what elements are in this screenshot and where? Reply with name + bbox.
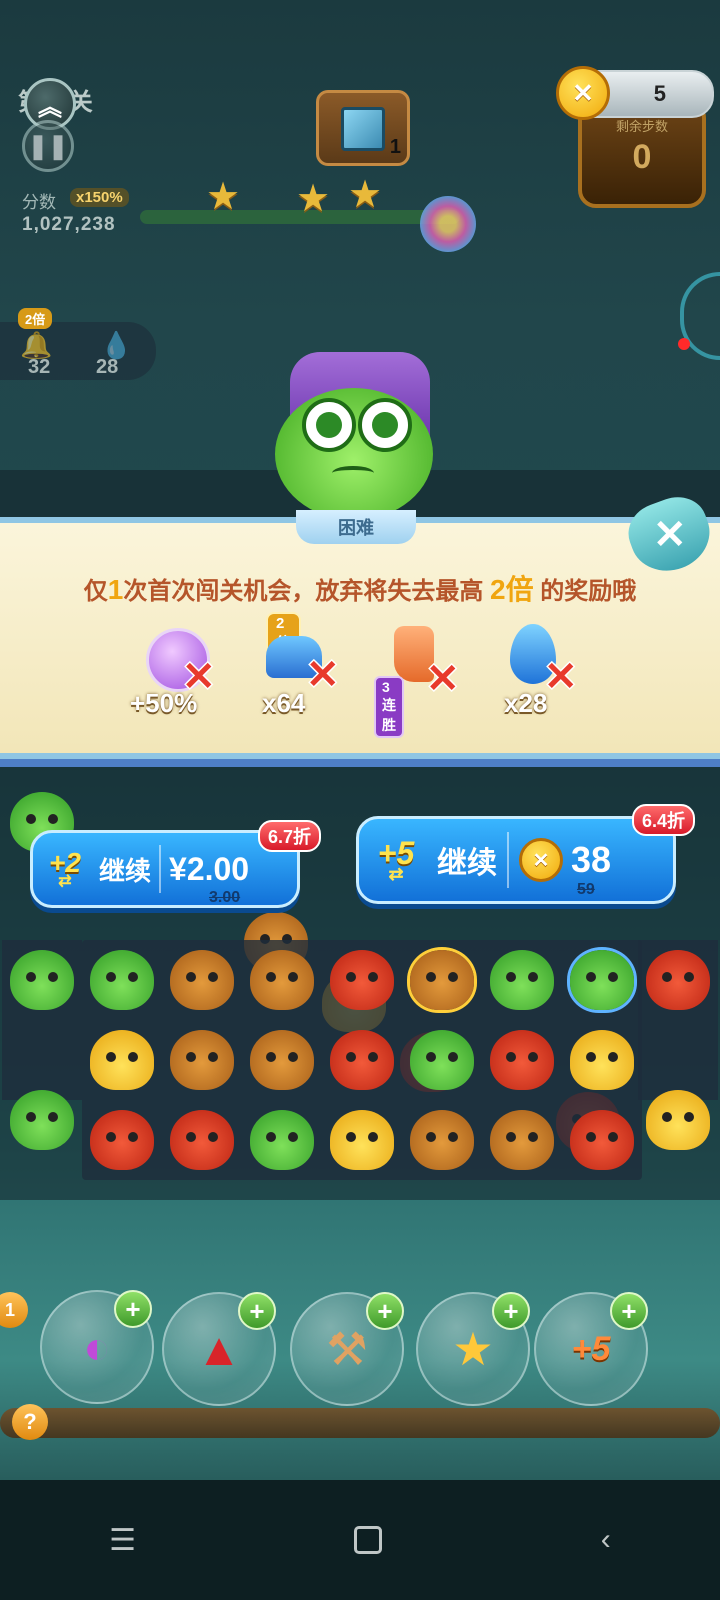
warning-message: 仅1次首次闯关机会，放弃将失去最高 2倍 的奖励哦 bbox=[83, 574, 637, 605]
chick-piece[interactable] bbox=[330, 1110, 394, 1170]
quit-warning-banner bbox=[0, 517, 720, 759]
score-label: 分数 bbox=[22, 193, 56, 212]
fox-piece[interactable] bbox=[330, 950, 394, 1010]
discount-badge: 6.4折 bbox=[632, 804, 696, 836]
win-streak-label: 3连胜 bbox=[374, 676, 404, 738]
chick-piece[interactable] bbox=[646, 1090, 710, 1150]
bear-piece[interactable] bbox=[170, 1030, 234, 1090]
buff-count: 28 bbox=[96, 356, 119, 378]
rocket-icon: ▲ bbox=[196, 1323, 242, 1375]
bear-piece[interactable] bbox=[250, 1030, 314, 1090]
original-price: 3.00 bbox=[209, 888, 241, 906]
continue-coin-button[interactable]: +5 ⇄ 继续 ✕ 38 59 bbox=[356, 816, 676, 904]
buff-badge: 2倍 bbox=[18, 308, 53, 329]
fox-piece[interactable] bbox=[90, 1110, 154, 1170]
reward-label: +50% bbox=[130, 688, 198, 718]
star-icon: ★ bbox=[206, 176, 241, 218]
booster-count-badge: 1 bbox=[0, 1292, 28, 1328]
buff-count: 32 bbox=[28, 356, 51, 378]
bear-piece[interactable] bbox=[170, 950, 234, 1010]
reward-label: x64 bbox=[262, 688, 306, 718]
score-multiplier: x150% bbox=[70, 188, 129, 207]
fox-piece[interactable] bbox=[646, 950, 710, 1010]
frog-piece[interactable] bbox=[90, 950, 154, 1010]
bear-piece[interactable] bbox=[410, 1110, 474, 1170]
coin-icon: ✕ bbox=[519, 838, 563, 882]
plus-five-icon: +5 bbox=[571, 1329, 611, 1368]
frog-eye bbox=[302, 398, 356, 452]
fox-piece[interactable] bbox=[170, 1110, 234, 1170]
difficulty-tab: 困难 bbox=[296, 510, 416, 544]
frog-piece[interactable] bbox=[10, 1090, 74, 1150]
add-booster-button[interactable]: + bbox=[114, 1290, 152, 1328]
notification-dot bbox=[678, 338, 690, 350]
close-icon: ✕ bbox=[653, 513, 687, 558]
frog-piece[interactable] bbox=[570, 950, 634, 1010]
ice-block-icon bbox=[341, 107, 385, 151]
score-value: 1,027,238 bbox=[22, 214, 116, 235]
help-button[interactable]: ? bbox=[12, 1404, 48, 1440]
goal-count: 1 bbox=[389, 136, 401, 158]
cross-icon: ✕ bbox=[426, 657, 460, 701]
frog-piece[interactable] bbox=[410, 1030, 474, 1090]
continue-label: 继续 bbox=[99, 855, 152, 886]
coin-count: 5 bbox=[653, 81, 666, 106]
board-side-column bbox=[638, 940, 718, 1150]
pause-button[interactable]: ❚❚ bbox=[22, 120, 74, 172]
steps-label: 剩余步数 bbox=[615, 119, 668, 134]
system-nav-bar: ☰ ‹ bbox=[0, 1480, 720, 1600]
cross-icon: ✕ bbox=[544, 655, 578, 699]
coin-price: 38 bbox=[571, 839, 612, 880]
chevron-up-icon: ︽ bbox=[38, 93, 62, 121]
bear-piece[interactable] bbox=[250, 950, 314, 1010]
magic-star-icon: ★ bbox=[452, 1323, 494, 1375]
star-icon: ★ bbox=[348, 174, 383, 216]
frog-piece[interactable] bbox=[250, 1110, 314, 1170]
bear-piece[interactable] bbox=[410, 950, 474, 1010]
frog-mascot bbox=[275, 388, 433, 520]
plus-two-moves-icon: +2 ⇄ bbox=[49, 847, 81, 890]
board-side-column bbox=[2, 940, 82, 1150]
bear-piece[interactable] bbox=[490, 1110, 554, 1170]
add-booster-button[interactable]: + bbox=[366, 1292, 404, 1330]
bottom-vine bbox=[0, 1408, 720, 1438]
add-booster-button[interactable]: + bbox=[492, 1292, 530, 1330]
price-label: ¥2.00 bbox=[169, 850, 250, 887]
plus-five-moves-icon: +5 ⇄ bbox=[377, 835, 415, 884]
frog-piece[interactable] bbox=[10, 950, 74, 1010]
chick-piece[interactable] bbox=[90, 1030, 154, 1090]
menu-icon[interactable]: ☰ bbox=[109, 1523, 136, 1558]
fox-piece[interactable] bbox=[570, 1110, 634, 1170]
hammer-icon: ⚒ bbox=[326, 1323, 368, 1375]
add-booster-button[interactable]: + bbox=[610, 1292, 648, 1330]
continue-label: 继续 bbox=[437, 847, 497, 880]
reward-label: x28 bbox=[504, 688, 548, 718]
chick-piece[interactable] bbox=[570, 1030, 634, 1090]
pieces-grid bbox=[82, 940, 642, 1180]
fox-piece[interactable] bbox=[330, 1030, 394, 1090]
star-icon: ★ bbox=[296, 178, 331, 220]
frog-mouth bbox=[332, 466, 374, 480]
fox-piece[interactable] bbox=[490, 1030, 554, 1090]
back-icon[interactable]: ‹ bbox=[601, 1523, 611, 1557]
help-icon: ? bbox=[23, 1409, 37, 1434]
coin-icon: ✕ bbox=[556, 66, 610, 120]
discount-badge: 6.7折 bbox=[258, 820, 322, 852]
original-coin-price: 59 bbox=[577, 881, 595, 898]
flower-icon bbox=[420, 196, 476, 252]
home-icon[interactable] bbox=[354, 1526, 383, 1554]
cross-icon: ✕ bbox=[306, 653, 340, 697]
frog-eye bbox=[358, 398, 412, 452]
add-booster-button[interactable]: + bbox=[238, 1292, 276, 1330]
steps-value: 0 bbox=[632, 138, 652, 176]
swap-fish-icon: ◐ bbox=[83, 1321, 111, 1373]
goal-box: 1 bbox=[316, 90, 410, 166]
pause-icon: ❚❚ bbox=[27, 132, 69, 160]
frog-piece[interactable] bbox=[490, 950, 554, 1010]
